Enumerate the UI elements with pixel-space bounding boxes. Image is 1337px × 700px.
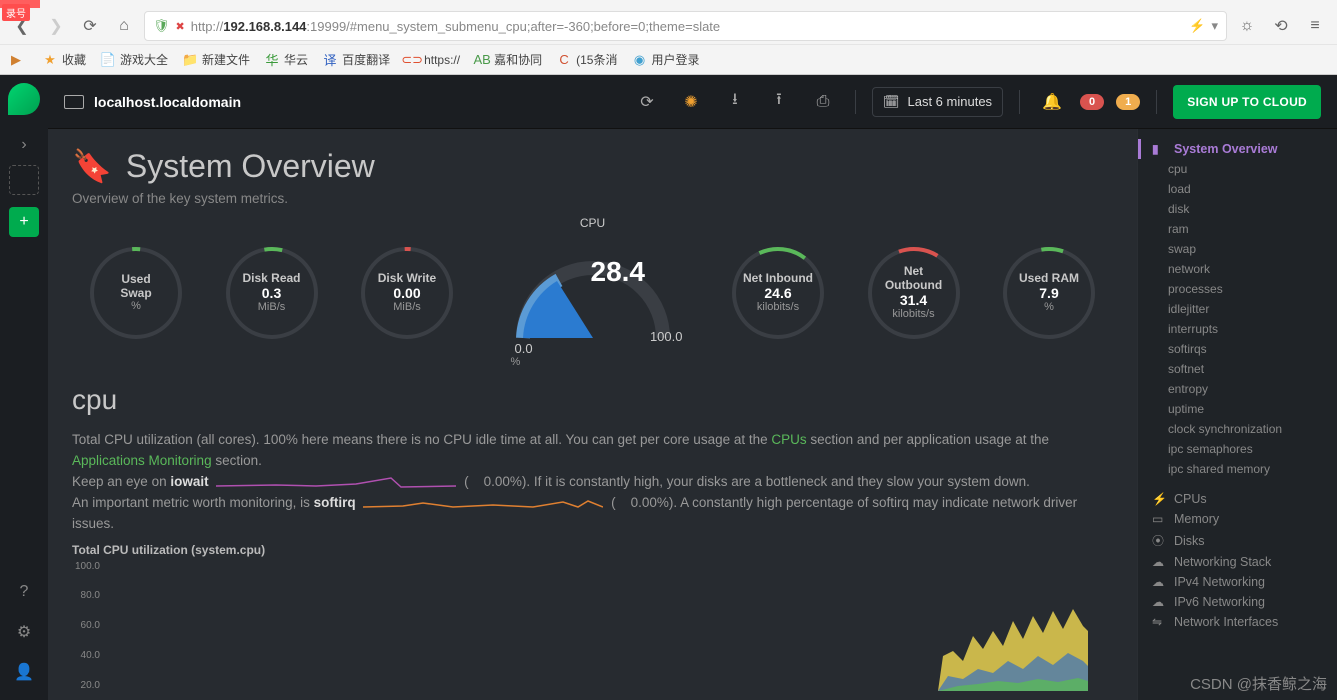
upload-icon[interactable]: ⭱ [763, 86, 795, 118]
toc-ipv4[interactable]: ☁IPv4 Networking [1138, 572, 1337, 592]
toc-cpu[interactable]: cpu [1138, 159, 1337, 179]
toc-ipc-shm[interactable]: ipc shared memory [1138, 459, 1337, 479]
flash-icon[interactable]: ⚡ [1189, 18, 1205, 34]
topbar: localhost.localdomain ⟳ ✺ ⭳ ⭱ ⎙ 🗓 Last 6… [48, 75, 1337, 129]
toc-ram[interactable]: ram [1138, 219, 1337, 239]
host-icon [64, 95, 84, 109]
toc-system-overview[interactable]: ▮System Overview [1138, 139, 1337, 159]
chart-title: Total CPU utilization (system.cpu) [72, 543, 1113, 557]
time-range-picker[interactable]: 🗓 Last 6 minutes [872, 87, 1003, 117]
toc-disks[interactable]: ⦿Disks [1138, 529, 1337, 552]
apps-link[interactable]: Applications Monitoring [72, 453, 212, 468]
dropdown-icon[interactable]: ▾ [1211, 18, 1218, 34]
bookmark-icon[interactable]: 🔖 [72, 147, 112, 185]
bookmark-item[interactable]: 译百度翻译 [322, 51, 390, 68]
gauge-net-in[interactable]: Net Inbound 24.6 kilobits/s [718, 232, 838, 352]
toc-uptime[interactable]: uptime [1138, 399, 1337, 419]
toc-softirqs[interactable]: softirqs [1138, 339, 1337, 359]
print-icon[interactable]: ⎙ [807, 86, 839, 118]
bookmark-item[interactable]: ▶ [8, 52, 28, 68]
bookmark-item[interactable]: 📄游戏大全 [100, 51, 168, 68]
content-area: 🔖 System Overview Overview of the key sy… [48, 129, 1137, 700]
insecure-icon: ✖ [176, 20, 185, 33]
rec-badge: 录号 [2, 4, 30, 21]
theme-button[interactable]: ☼ [1233, 12, 1261, 40]
sidebar-expand[interactable]: › [6, 129, 42, 161]
browser-chrome: 录号 ❮ ❯ ⟳ ⌂ 🛡 ✖ http://192.168.8.144:1999… [0, 0, 1337, 75]
toc-memory[interactable]: ▭Memory [1138, 509, 1337, 529]
bookmark-item[interactable]: AB嘉和协同 [474, 51, 542, 68]
cpu-section-desc: Total CPU utilization (all cores). 100% … [72, 430, 1082, 535]
help-button[interactable]: ? [6, 576, 42, 608]
gauge-disk-write[interactable]: Disk Write 0.00 MiB/s [347, 232, 467, 352]
add-button[interactable]: + [9, 207, 39, 237]
bookmark-item[interactable]: 华华云 [264, 51, 308, 68]
menu-button[interactable]: ≡ [1301, 12, 1329, 40]
page-title: 🔖 System Overview [72, 147, 1113, 185]
settings-button[interactable]: ⚙ [6, 616, 42, 648]
home-button[interactable]: ⌂ [110, 12, 138, 40]
bookmarks-bar: ▶ ★收藏 📄游戏大全 📁新建文件华华云译百度翻译 ⊂⊃https:// AB嘉和协同 C(… [0, 44, 1337, 74]
cpu-chart[interactable]: 100.080.060.040.020.0 [72, 561, 1113, 691]
gauge-net-out[interactable]: NetOutbound 31.4 kilobits/s [854, 232, 974, 352]
gauge-used-swap[interactable]: UsedSwap % [76, 232, 196, 352]
cpus-link[interactable]: CPUs [771, 432, 806, 447]
bookmark-item[interactable]: ★收藏 [42, 51, 86, 68]
toc-ipv6[interactable]: ☁IPv6 Networking [1138, 592, 1337, 612]
sidebar-placeholder[interactable] [9, 165, 39, 195]
url-text: http://192.168.8.144:19999/#menu_system_… [191, 19, 1184, 34]
softirq-sparkline [363, 495, 603, 511]
bookmark-item[interactable]: 📁新建文件 [182, 51, 250, 68]
toc-interrupts[interactable]: interrupts [1138, 319, 1337, 339]
bookmark-item[interactable]: ◉用户登录 [631, 51, 699, 68]
toc-cpus[interactable]: ⚡CPUs [1138, 489, 1337, 509]
toc-net-if[interactable]: ⇋Network Interfaces [1138, 612, 1337, 632]
sync-icon[interactable]: ⟳ [631, 86, 663, 118]
sidebar-left: › + ? ⚙ 👤 [0, 75, 48, 700]
host-label[interactable]: localhost.localdomain [64, 94, 241, 110]
toc-disk[interactable]: disk [1138, 199, 1337, 219]
url-bar[interactable]: 🛡 ✖ http://192.168.8.144:19999/#menu_sys… [144, 11, 1227, 41]
bulb-icon[interactable]: ✺ [675, 86, 707, 118]
alert-yellow-badge[interactable]: 1 [1116, 94, 1140, 110]
download-icon[interactable]: ⭳ [719, 86, 751, 118]
toc-sidebar: ▮System Overviewcpuloaddiskramswapnetwor… [1137, 129, 1337, 700]
toc-softnet[interactable]: softnet [1138, 359, 1337, 379]
page-subtitle: Overview of the key system metrics. [72, 191, 1113, 206]
alert-red-badge[interactable]: 0 [1080, 94, 1104, 110]
refresh2-button[interactable]: ⟲ [1267, 12, 1295, 40]
bookmark-item[interactable]: C(15条消 [556, 51, 617, 68]
shield-icon: 🛡 [153, 18, 170, 34]
gauges-row: UsedSwap % Disk Read 0.3 MiB/s Disk Writ… [72, 222, 1113, 362]
chart-ylabels: 100.080.060.040.020.0 [66, 561, 100, 691]
iowait-sparkline [216, 474, 456, 490]
cpu-section-head: cpu [72, 384, 1113, 416]
toc-net-stack[interactable]: ☁Networking Stack [1138, 552, 1337, 572]
calendar-icon: 🗓 [883, 94, 900, 110]
gauge-cpu[interactable]: CPU 28.4 0.0 100.0 % [483, 222, 703, 362]
toc-swap[interactable]: swap [1138, 239, 1337, 259]
toc-idlejitter[interactable]: idlejitter [1138, 299, 1337, 319]
bookmark-item[interactable]: ⊂⊃https:// [404, 52, 460, 68]
toc-network[interactable]: network [1138, 259, 1337, 279]
toc-ipc-sem[interactable]: ipc semaphores [1138, 439, 1337, 459]
reload-button[interactable]: ⟳ [76, 12, 104, 40]
signup-button[interactable]: SIGN UP TO CLOUD [1173, 85, 1321, 119]
toc-entropy[interactable]: entropy [1138, 379, 1337, 399]
toc-processes[interactable]: processes [1138, 279, 1337, 299]
gauge-used-ram[interactable]: Used RAM 7.9 % [989, 232, 1109, 352]
logo-icon[interactable] [8, 83, 40, 115]
forward-button[interactable]: ❯ [42, 12, 70, 40]
gauge-disk-read[interactable]: Disk Read 0.3 MiB/s [212, 232, 332, 352]
toc-clock-sync[interactable]: clock synchronization [1138, 419, 1337, 439]
bell-icon[interactable]: 🔔 [1036, 86, 1068, 118]
user-button[interactable]: 👤 [6, 656, 42, 688]
toc-load[interactable]: load [1138, 179, 1337, 199]
